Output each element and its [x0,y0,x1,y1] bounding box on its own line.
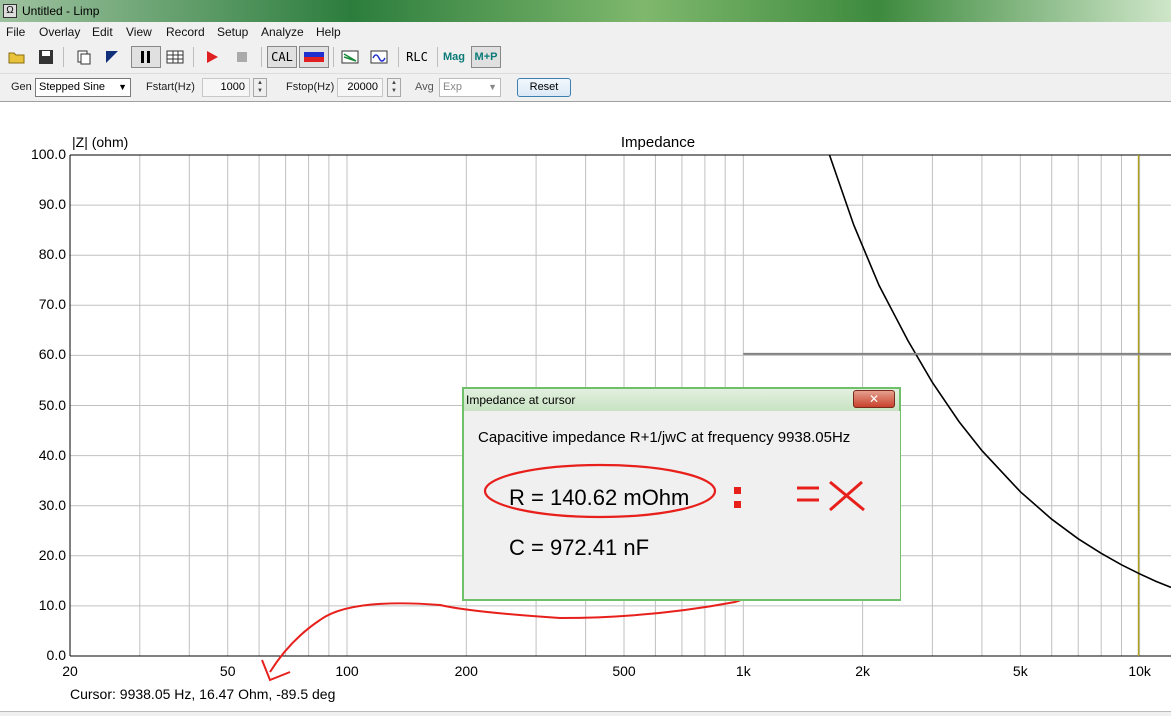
x-tick-label: 20 [62,663,78,679]
x-tick-label: 1k [735,663,751,679]
open-folder-icon[interactable] [6,46,28,68]
menu-bar: File Overlay Edit View Record Setup Anal… [0,22,1171,41]
menu-edit[interactable]: Edit [92,25,113,39]
y-tick-label: 0.0 [46,647,66,663]
dialog-description: Capacitive impedance R+1/jwC at frequenc… [478,429,851,446]
avg-select[interactable]: Exp ▼ [439,78,501,97]
rlc-button[interactable]: RLC [404,46,430,68]
menu-record[interactable]: Record [166,25,205,39]
mp-button[interactable]: M+P [471,46,501,68]
fstart-label: Fstart(Hz) [146,81,195,93]
reset-button[interactable]: Reset [517,78,571,97]
table-icon[interactable] [164,46,186,68]
status-bar [0,711,1171,716]
close-icon[interactable]: ✕ [853,390,895,408]
x-tick-label: 5k [1012,663,1028,679]
menu-help[interactable]: Help [316,25,341,39]
record-icon[interactable] [201,46,223,68]
dialog-body: Capacitive impedance R+1/jwC at frequenc… [465,411,900,599]
fstop-label: Fstop(Hz) [286,81,335,93]
chart-title: Impedance [620,134,696,151]
y-tick-label: 90.0 [38,196,66,213]
y-tick-label: 20.0 [38,546,66,563]
y-tick-label: 40.0 [38,446,66,463]
gen-label: Gen [11,81,32,93]
y-axis-title: |Z| (ohm) [72,134,129,150]
x-tick-label: 200 [454,663,478,679]
y-tick-label: 10.0 [38,596,66,613]
y-tick-label: 50.0 [38,396,66,413]
fstart-input[interactable]: 1000 [202,78,250,97]
capacitance-value: C = 972.41 nF [509,535,650,560]
copy-icon[interactable] [73,46,95,68]
cursor-readout: Cursor: 9938.05 Hz, 16.47 Ohm, -89.5 deg [70,686,336,702]
dialog-title: Impedance at cursor [464,389,899,411]
cal-button[interactable]: CAL [267,46,297,68]
app-icon[interactable]: Ω [3,4,17,18]
y-tick-label: 60.0 [38,346,66,363]
x-tick-label: 100 [335,663,359,679]
overlay-icon[interactable] [339,46,361,68]
menu-view[interactable]: View [126,25,152,39]
waveform-icon[interactable] [368,46,390,68]
gen-select[interactable]: Stepped Sine ▼ [35,78,131,97]
menu-file[interactable]: File [6,25,25,39]
y-tick-label: 100.0 [30,146,66,162]
x-tick-label: 2k [855,663,870,679]
menu-setup[interactable]: Setup [217,25,248,39]
menu-analyze[interactable]: Analyze [261,25,304,39]
avg-label: Avg [415,81,434,93]
pause-icon[interactable] [131,46,161,68]
toolbar: CAL RLC Mag M+P [0,41,1171,74]
mag-button[interactable]: Mag [441,46,467,68]
y-tick-label: 80.0 [38,246,66,263]
window-title: Untitled - Limp [22,4,100,18]
stop-icon[interactable] [231,46,253,68]
generator-bar: Gen Stepped Sine ▼ Fstart(Hz) 1000 ▲ ▼ Fst… [0,74,1171,102]
save-icon[interactable] [35,46,57,68]
fstop-spinner[interactable]: ▲ ▼ [387,78,401,97]
x-tick-label: 500 [612,663,636,679]
title-bar: Ω Untitled - Limp [0,0,1171,22]
resistance-value: R = 140.62 mOhm [509,485,690,510]
fstop-input[interactable]: 20000 [337,78,383,97]
fstart-spinner[interactable]: ▲ ▼ [253,78,267,97]
x-tick-label: 50 [219,663,236,679]
color-icon[interactable] [299,46,329,68]
y-tick-label: 70.0 [38,296,66,313]
marker-icon[interactable] [101,46,123,68]
menu-overlay[interactable]: Overlay [39,25,80,39]
impedance-dialog: Impedance at cursor ✕ Capacitive impedan… [462,387,901,601]
x-tick-label: 10k [1128,663,1151,679]
y-tick-label: 30.0 [38,496,66,513]
